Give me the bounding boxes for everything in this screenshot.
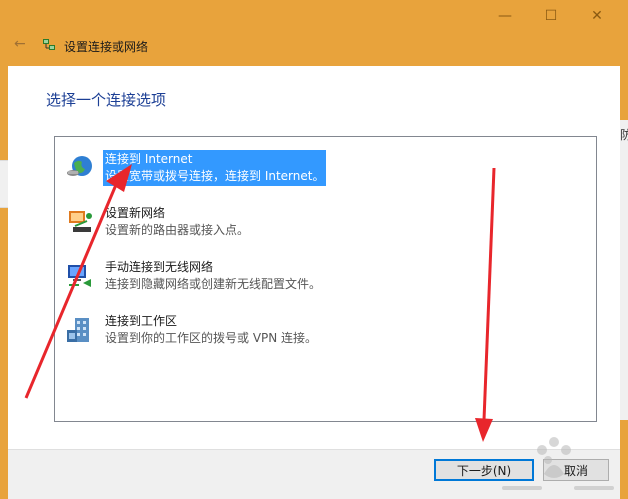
option-connect-internet[interactable]: 连接到 Internet 设置宽带或拨号连接，连接到 Internet。	[61, 149, 581, 189]
window-title: 设置连接或网络	[64, 40, 149, 54]
option-text: 设置新网络 设置新的路由器或接入点。	[103, 204, 251, 240]
maximize-button[interactable]: ☐	[528, 0, 574, 32]
option-text: 连接到工作区 设置到你的工作区的拨号或 VPN 连接。	[103, 312, 319, 348]
option-title: 连接到工作区	[105, 314, 178, 328]
network-wizard-icon	[43, 39, 55, 50]
option-description: 连接到隐藏网络或创建新无线配置文件。	[105, 277, 322, 291]
watermark-logo-icon	[502, 437, 614, 490]
option-manual-wireless[interactable]: 手动连接到无线网络 连接到隐藏网络或创建新无线配置文件。	[61, 257, 581, 297]
option-new-network[interactable]: 设置新网络 设置新的路由器或接入点。	[61, 203, 581, 243]
connection-options-list[interactable]: 连接到 Internet 设置宽带或拨号连接，连接到 Internet。 设置新…	[54, 136, 597, 422]
minimize-button[interactable]: —	[482, 0, 528, 32]
option-description: 设置到你的工作区的拨号或 VPN 连接。	[105, 331, 318, 345]
background-app-label: 防	[620, 128, 628, 142]
setup-connection-window: — ☐ ✕ ← 设置连接或网络 选择一个连接选项 连接到 Internet 设置…	[8, 0, 620, 499]
option-text: 手动连接到无线网络 连接到隐藏网络或创建新无线配置文件。	[103, 258, 323, 294]
background-app-left-edge	[0, 160, 8, 208]
new-network-icon	[69, 211, 92, 232]
option-title: 手动连接到无线网络	[105, 260, 214, 274]
back-arrow-icon[interactable]: ←	[14, 36, 26, 52]
wireless-network-icon	[68, 265, 91, 287]
close-button[interactable]: ✕	[574, 0, 620, 32]
option-text: 连接到 Internet 设置宽带或拨号连接，连接到 Internet。	[103, 150, 327, 186]
background-app-right-edge	[620, 120, 628, 420]
option-description: 设置新的路由器或接入点。	[105, 223, 250, 237]
option-title: 设置新网络	[105, 206, 166, 220]
globe-internet-icon	[67, 156, 92, 176]
option-description: 设置宽带或拨号连接，连接到 Internet。	[105, 169, 325, 183]
titlebar: — ☐ ✕ ← 设置连接或网络	[8, 0, 620, 66]
option-title: 连接到 Internet	[105, 152, 193, 166]
workplace-icon	[67, 318, 89, 342]
page-heading: 选择一个连接选项	[46, 91, 167, 109]
option-connect-workplace[interactable]: 连接到工作区 设置到你的工作区的拨号或 VPN 连接。	[61, 311, 581, 351]
